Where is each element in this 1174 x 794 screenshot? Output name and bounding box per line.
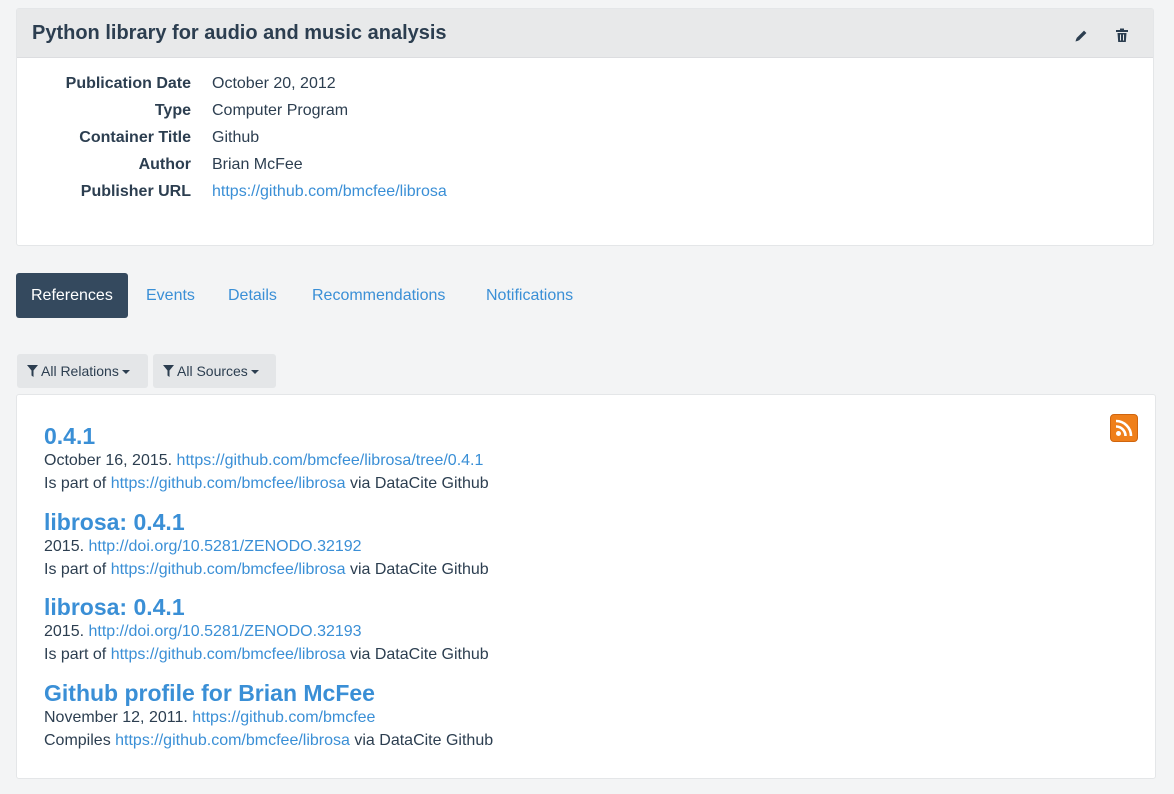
reference-url-link[interactable]: https://github.com/bmcfee	[192, 709, 375, 726]
publisher-url-link[interactable]: https://github.com/bmcfee/librosa	[212, 183, 447, 200]
tab-events[interactable]: Events	[146, 273, 195, 318]
reference-meta: 2015. http://doi.org/10.5281/ZENODO.3219…	[44, 620, 489, 643]
reference-url-link[interactable]: http://doi.org/10.5281/ZENODO.32192	[89, 538, 362, 555]
relation-target-link[interactable]: https://github.com/bmcfee/librosa	[111, 561, 346, 578]
reference-url-link[interactable]: http://doi.org/10.5281/ZENODO.32193	[89, 623, 362, 640]
reference-item: librosa: 0.4.1 2015. http://doi.org/10.5…	[44, 594, 489, 666]
metadata-row-publisher-url: Publisher URL https://github.com/bmcfee/…	[17, 183, 1153, 210]
reference-date: October 16, 2015.	[44, 452, 173, 469]
relations-filter-label: All Relations	[41, 363, 119, 379]
work-metadata: Publication Date October 20, 2012 Type C…	[17, 75, 1153, 210]
relation-type: Is part of	[44, 561, 107, 578]
reference-meta: November 12, 2011. https://github.com/bm…	[44, 706, 493, 729]
tab-notifications[interactable]: Notifications	[486, 273, 573, 318]
tab-recommendations[interactable]: Recommendations	[312, 273, 445, 318]
relations-filter-dropdown[interactable]: All Relations	[17, 354, 148, 388]
rss-feed-button[interactable]	[1110, 414, 1138, 442]
rss-icon	[1115, 419, 1133, 437]
work-title: Python library for audio and music analy…	[32, 22, 447, 44]
reference-meta: October 16, 2015. https://github.com/bmc…	[44, 449, 489, 472]
references-panel: 0.4.1 October 16, 2015. https://github.c…	[16, 394, 1156, 779]
reference-title[interactable]: librosa: 0.4.1	[44, 509, 489, 535]
reference-url-link[interactable]: https://github.com/bmcfee/librosa/tree/0…	[177, 452, 484, 469]
reference-title[interactable]: librosa: 0.4.1	[44, 594, 489, 620]
reference-date: 2015.	[44, 538, 85, 555]
relation-type: Compiles	[44, 732, 111, 749]
caret-down-icon	[121, 370, 130, 374]
trash-icon	[1116, 28, 1128, 42]
caret-down-icon	[250, 370, 259, 374]
relation-source: via DataCite Github	[354, 732, 494, 749]
tab-references[interactable]: References	[16, 273, 128, 318]
edit-button[interactable]	[1074, 28, 1088, 43]
work-panel: Python library for audio and music analy…	[16, 8, 1154, 246]
reference-item: librosa: 0.4.1 2015. http://doi.org/10.5…	[44, 509, 489, 581]
tab-details[interactable]: Details	[228, 273, 277, 318]
relation-source: via DataCite Github	[349, 475, 489, 492]
metadata-label: Publication Date	[65, 75, 191, 92]
reference-title[interactable]: Github profile for Brian McFee	[44, 680, 493, 706]
reference-meta: 2015. http://doi.org/10.5281/ZENODO.3219…	[44, 535, 489, 558]
metadata-label: Container Title	[79, 129, 191, 146]
reference-date: November 12, 2011.	[44, 709, 188, 726]
relation-type: Is part of	[44, 646, 107, 663]
relation-target-link[interactable]: https://github.com/bmcfee/librosa	[115, 732, 350, 749]
metadata-value: October 20, 2012	[212, 75, 336, 92]
relation-source: via DataCite Github	[349, 561, 489, 578]
reference-item: 0.4.1 October 16, 2015. https://github.c…	[44, 423, 489, 495]
sources-filter-dropdown[interactable]: All Sources	[153, 354, 276, 388]
reference-title[interactable]: 0.4.1	[44, 423, 489, 449]
relation-source: via DataCite Github	[349, 646, 489, 663]
metadata-row-container-title: Container Title Github	[17, 129, 1153, 156]
metadata-row-author: Author Brian McFee	[17, 156, 1153, 183]
relation-target-link[interactable]: https://github.com/bmcfee/librosa	[111, 646, 346, 663]
reference-relation: Is part of https://github.com/bmcfee/lib…	[44, 558, 489, 581]
reference-relation: Compiles https://github.com/bmcfee/libro…	[44, 729, 493, 752]
sources-filter-label: All Sources	[177, 363, 248, 379]
metadata-value: Github	[212, 129, 260, 146]
filter-icon	[27, 365, 38, 377]
relation-type: Is part of	[44, 475, 107, 492]
reference-item: Github profile for Brian McFee November …	[44, 680, 493, 752]
metadata-label: Author	[138, 156, 191, 173]
metadata-row-publication-date: Publication Date October 20, 2012	[17, 75, 1153, 102]
reference-date: 2015.	[44, 623, 85, 640]
metadata-label: Publisher URL	[80, 183, 191, 200]
metadata-label: Type	[154, 102, 191, 119]
metadata-value-wrapper: https://github.com/bmcfee/librosa	[212, 183, 447, 201]
metadata-value: Brian McFee	[212, 156, 303, 173]
delete-button[interactable]	[1115, 28, 1129, 43]
metadata-row-type: Type Computer Program	[17, 102, 1153, 129]
reference-relation: Is part of https://github.com/bmcfee/lib…	[44, 472, 489, 495]
filter-icon	[163, 365, 174, 377]
reference-relation: Is part of https://github.com/bmcfee/lib…	[44, 643, 489, 666]
relation-target-link[interactable]: https://github.com/bmcfee/librosa	[111, 475, 346, 492]
pencil-icon	[1075, 30, 1087, 42]
work-panel-header: Python library for audio and music analy…	[17, 9, 1153, 58]
metadata-value: Computer Program	[212, 102, 349, 119]
